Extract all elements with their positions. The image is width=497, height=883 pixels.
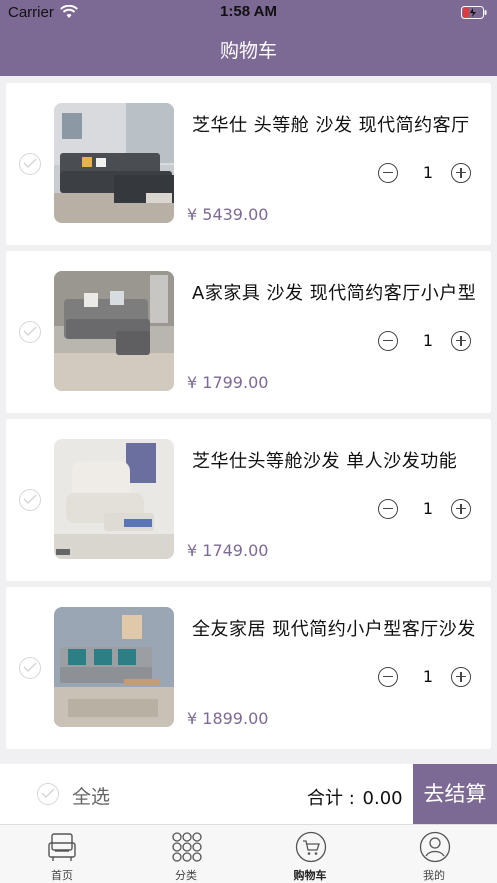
cart-item: 全友家居 现代简约小户型客厅沙发 1 ¥ 1899.00	[6, 587, 491, 749]
tab-label: 分类	[175, 869, 197, 882]
total-value: 0.00	[362, 788, 403, 809]
select-all-label[interactable]: 全选	[72, 782, 110, 809]
cart-item: 芝华仕 头等舱 沙发 现代简约客厅 1 ¥ 5439.00	[6, 83, 491, 245]
decrease-button[interactable]	[378, 331, 398, 351]
quantity-value: 1	[422, 163, 434, 182]
sofa-photo	[54, 607, 174, 727]
product-price: ¥ 5439.00	[187, 205, 269, 224]
increase-button[interactable]	[451, 499, 471, 519]
cart-icon	[295, 831, 327, 863]
product-title[interactable]: 芝华仕 头等舱 沙发 现代简约客厅	[192, 111, 477, 137]
quantity-stepper: 1	[378, 667, 478, 689]
checkout-button[interactable]: 去结算	[413, 764, 497, 824]
tab-category[interactable]: 分类	[124, 825, 248, 883]
clock: 1:58 AM	[220, 3, 277, 20]
cart-item: A家家具 沙发 现代简约客厅小户型 1 ¥ 1799.00	[6, 251, 491, 413]
quantity-value: 1	[422, 667, 434, 686]
product-title[interactable]: 全友家居 现代简约小户型客厅沙发	[192, 615, 477, 641]
battery-icon	[461, 6, 487, 19]
check-icon	[23, 494, 37, 505]
increase-button[interactable]	[451, 667, 471, 687]
tab-bar: 首页 分类 购物车 我的	[0, 824, 497, 883]
minus-icon	[383, 508, 393, 510]
product-title[interactable]: A家家具 沙发 现代简约客厅小户型	[192, 279, 477, 305]
quantity-value: 1	[422, 499, 434, 518]
decrease-button[interactable]	[378, 667, 398, 687]
product-image[interactable]	[54, 271, 174, 391]
nav-title: 购物车	[0, 26, 497, 76]
tab-profile[interactable]: 我的	[372, 825, 496, 883]
quantity-stepper: 1	[378, 499, 478, 521]
tab-label: 购物车	[293, 869, 327, 882]
sofa-icon	[48, 833, 76, 861]
minus-icon	[383, 340, 393, 342]
item-checkbox[interactable]	[19, 657, 41, 679]
cart-item: 芝华仕头等舱沙发 单人沙发功能 1 ¥ 1749.00	[6, 419, 491, 581]
tab-home[interactable]: 首页	[0, 825, 124, 883]
tab-label: 我的	[423, 869, 445, 882]
item-checkbox[interactable]	[19, 153, 41, 175]
quantity-value: 1	[422, 331, 434, 350]
product-image[interactable]	[54, 439, 174, 559]
recliner-photo	[54, 439, 174, 559]
quantity-stepper: 1	[378, 163, 478, 185]
total-label: 合计 :	[307, 788, 355, 809]
checkout-bar: 全选 合计 : 0.00 去结算	[0, 764, 497, 824]
check-icon	[23, 326, 37, 337]
product-image[interactable]	[54, 103, 174, 223]
user-icon	[419, 831, 451, 863]
product-title[interactable]: 芝华仕头等舱沙发 单人沙发功能	[192, 447, 477, 473]
tab-cart[interactable]: 购物车	[248, 825, 372, 883]
product-price: ¥ 1899.00	[187, 709, 269, 728]
product-price: ¥ 1749.00	[187, 541, 269, 560]
status-bar: Carrier 1:58 AM	[0, 0, 497, 26]
item-checkbox[interactable]	[19, 489, 41, 511]
sofa-photo	[54, 103, 174, 223]
total-amount: 合计 : 0.00	[307, 784, 403, 810]
quantity-stepper: 1	[378, 331, 478, 353]
minus-icon	[383, 676, 393, 678]
decrease-button[interactable]	[378, 499, 398, 519]
sofa-photo	[54, 271, 174, 391]
minus-icon	[383, 172, 393, 174]
product-price: ¥ 1799.00	[187, 373, 269, 392]
grid-dots-icon	[172, 832, 202, 862]
check-icon	[41, 788, 55, 799]
increase-button[interactable]	[451, 331, 471, 351]
select-all-checkbox[interactable]	[37, 783, 59, 805]
item-checkbox[interactable]	[19, 321, 41, 343]
check-icon	[23, 662, 37, 673]
increase-button[interactable]	[451, 163, 471, 183]
decrease-button[interactable]	[378, 163, 398, 183]
check-icon	[23, 158, 37, 169]
tab-label: 首页	[51, 869, 73, 882]
product-image[interactable]	[54, 607, 174, 727]
